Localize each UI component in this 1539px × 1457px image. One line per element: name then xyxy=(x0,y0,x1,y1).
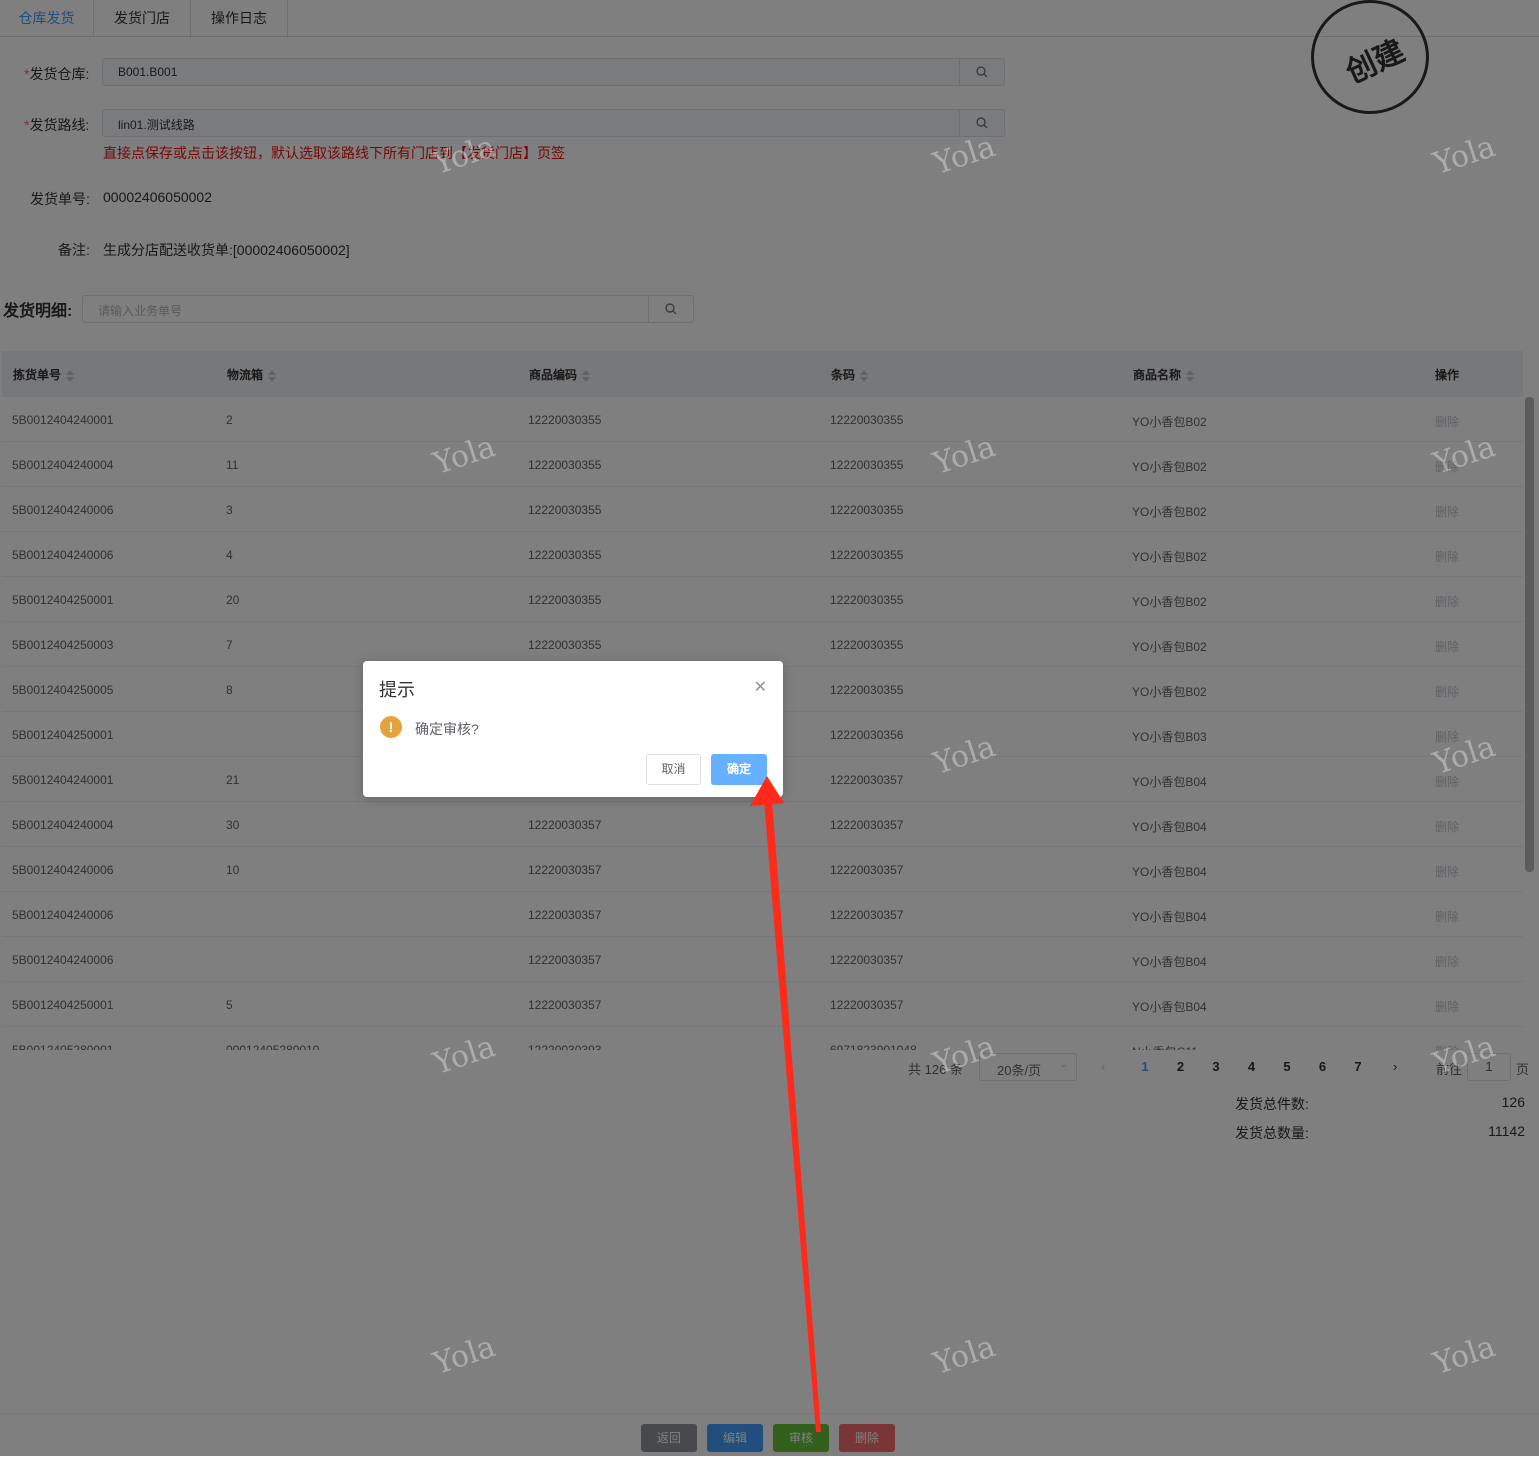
annotation-arrow xyxy=(750,776,821,1432)
